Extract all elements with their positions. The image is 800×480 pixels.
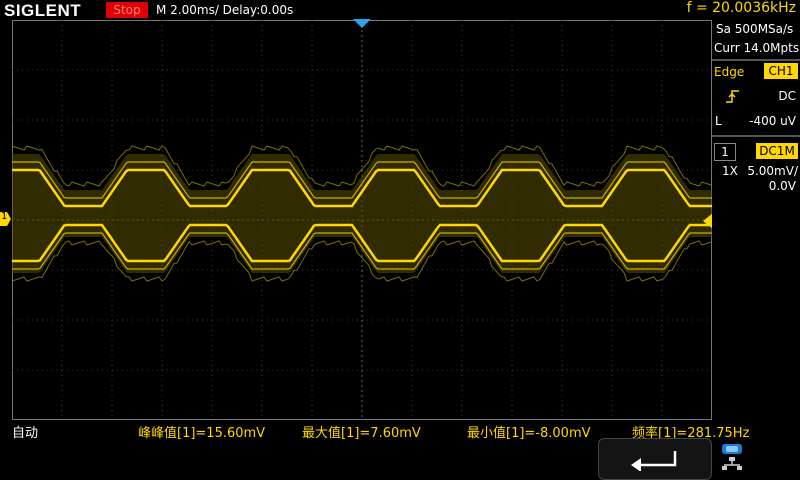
divider bbox=[712, 135, 800, 137]
measure-mode: 自动 bbox=[12, 426, 39, 441]
siglent-logo: SIGLENT bbox=[4, 1, 82, 20]
divider bbox=[712, 59, 800, 61]
channel-number-badge[interactable]: 1 bbox=[714, 143, 736, 161]
trigger-type[interactable]: Edge bbox=[714, 65, 744, 79]
trigger-level-value: -400 uV bbox=[749, 114, 796, 128]
trigger-source-badge[interactable]: CH1 bbox=[764, 63, 798, 79]
vertical-scale: 5.00mV/ bbox=[747, 164, 798, 178]
trigger-position-marker[interactable] bbox=[353, 19, 371, 29]
right-info-panel: Sa 500MSa/s Curr 14.0Mpts Edge CH1 DC L … bbox=[712, 20, 800, 420]
measure-max: 最大值[1]=7.60mV bbox=[302, 426, 421, 441]
ch1-marker-label: 1 bbox=[1, 211, 8, 222]
top-status-bar: SIGLENT Stop M 2.00ms/ Delay:0.00s f = 2… bbox=[0, 0, 800, 20]
timebase-readout[interactable]: M 2.00ms/ Delay:0.00s bbox=[156, 3, 293, 17]
measure-pkpk: 峰峰值[1]=15.60mV bbox=[138, 426, 266, 441]
back-arrow-icon bbox=[631, 451, 677, 471]
waveform-display[interactable] bbox=[12, 20, 712, 420]
vertical-offset: 0.0V bbox=[768, 179, 796, 193]
memory-depth: Curr 14.0Mpts bbox=[714, 41, 800, 55]
frequency-counter: f = 20.0036kHz bbox=[686, 0, 796, 16]
channel-coupling-badge[interactable]: DC1M bbox=[756, 143, 798, 159]
back-button[interactable] bbox=[598, 438, 712, 480]
trigger-level-label: L bbox=[715, 114, 722, 128]
measure-min: 最小值[1]=-8.00mV bbox=[467, 426, 591, 441]
trigger-coupling: DC bbox=[778, 89, 796, 103]
sample-rate: Sa 500MSa/s bbox=[716, 22, 794, 36]
probe-attenuation: 1X bbox=[722, 164, 738, 178]
ch1-offset-marker[interactable]: 1 bbox=[0, 211, 11, 226]
network-icon[interactable] bbox=[720, 442, 744, 474]
waveform-graticule bbox=[12, 20, 712, 420]
run-state-badge[interactable]: Stop bbox=[106, 2, 148, 18]
rising-edge-icon bbox=[726, 90, 739, 103]
